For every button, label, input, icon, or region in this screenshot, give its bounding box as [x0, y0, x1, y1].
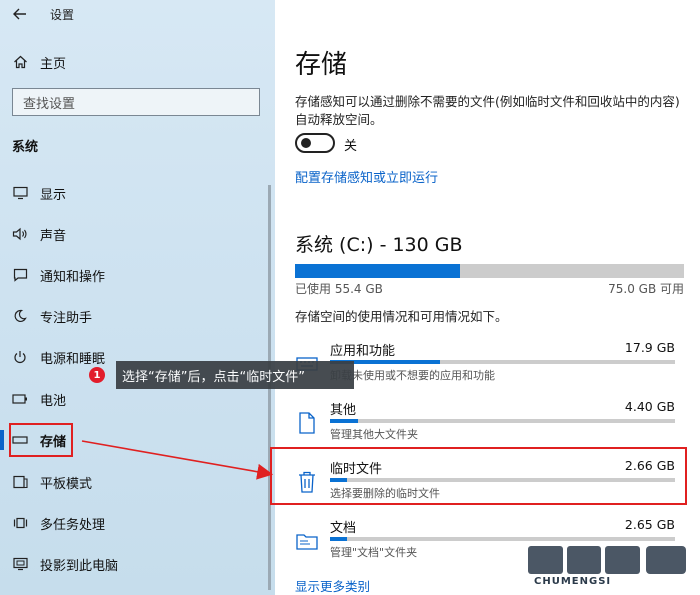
step-badge: 1 [89, 367, 105, 383]
search-input[interactable]: 查找设置 [12, 88, 260, 116]
sidebar-item-label: 电池 [40, 393, 67, 409]
sidebar-item-label: 多任务处理 [40, 517, 106, 533]
search-placeholder: 查找设置 [23, 96, 76, 112]
instruction-callout: 选择“存储”后，点击“临时文件” [116, 361, 354, 389]
sidebar-item-focus-assist[interactable]: 专注助手 [0, 300, 260, 332]
category-subtitle: 管理"文档"文件夹 [330, 546, 418, 559]
multitask-icon [12, 515, 28, 531]
category-size: 17.9 GB [624, 340, 675, 355]
section-title: 系统 [12, 140, 39, 155]
category-bar-fill [330, 537, 348, 541]
settings-sidebar: 设置 主页 查找设置 系统 显示 声音 通知和操作 专注助手 电源和睡眠 电池 … [0, 0, 275, 595]
category-bar [330, 360, 675, 364]
drive-title: 系统 (C:) - 130 GB [295, 234, 463, 256]
toggle-knob [301, 138, 311, 148]
document-icon [295, 411, 319, 435]
configure-storage-sense-link[interactable]: 配置存储感知或立即运行 [295, 167, 438, 186]
watermark-glyphs [528, 546, 641, 574]
available-space-label: 75.0 GB 可用 [608, 282, 684, 296]
category-name: 文档 [330, 521, 357, 536]
power-icon [12, 349, 28, 365]
category-size: 4.40 GB [624, 399, 675, 414]
tablet-icon [12, 474, 28, 490]
drive-usage-fill [295, 264, 461, 278]
sidebar-item-sound[interactable]: 声音 [0, 218, 260, 250]
category-name: 其他 [330, 403, 357, 418]
category-bar [330, 419, 675, 423]
selected-indicator [0, 430, 4, 450]
storage-page: 存储 存储感知可以通过删除不需要的文件(例如临时文件和回收站中的内容)自动释放空… [275, 0, 700, 595]
storage-sense-toggle[interactable] [295, 133, 335, 153]
folder-icon [295, 529, 319, 553]
nav-home[interactable]: 主页 [0, 48, 260, 76]
category-bar-fill [330, 419, 358, 423]
watermark-logo: CHUMENGSI [528, 540, 696, 590]
monitor-icon [12, 185, 28, 201]
category-size: 2.65 GB [624, 517, 675, 532]
sidebar-item-project[interactable]: 投影到此电脑 [0, 548, 260, 580]
title-bar: 设置 [0, 0, 275, 28]
nav-home-label: 主页 [40, 56, 67, 72]
category-name: 应用和功能 [330, 344, 396, 359]
sidebar-item-display[interactable]: 显示 [0, 177, 260, 209]
sidebar-item-label: 显示 [40, 187, 67, 203]
speaker-icon [12, 226, 28, 242]
toggle-state-label: 关 [344, 139, 358, 154]
used-space-label: 已使用 55.4 GB [295, 282, 383, 296]
sidebar-item-label: 投影到此电脑 [40, 558, 119, 574]
storage-highlight-box [9, 423, 73, 457]
page-title: 存储 [295, 50, 348, 80]
sidebar-item-label: 通知和操作 [40, 269, 106, 285]
battery-icon [12, 391, 28, 407]
sidebar-item-label: 专注助手 [40, 310, 93, 326]
watermark-text: CHUMENGSI [534, 576, 612, 587]
sidebar-item-notifications[interactable]: 通知和操作 [0, 259, 260, 291]
project-icon [12, 556, 28, 572]
watermark-glyph-2 [646, 546, 686, 574]
temp-files-highlight-box [270, 447, 687, 505]
storage-sense-description: 存储感知可以通过删除不需要的文件(例如临时文件和回收站中的内容)自动释放空间。 [295, 94, 680, 127]
drive-usage-bar [295, 264, 684, 278]
app-title: 设置 [50, 7, 75, 22]
sidebar-item-label: 声音 [40, 228, 67, 244]
home-icon [12, 54, 28, 70]
notification-icon [12, 267, 28, 283]
back-arrow-icon[interactable] [12, 6, 28, 22]
show-more-categories-link[interactable]: 显示更多类别 [295, 576, 370, 595]
category-subtitle: 卸载未使用或不想要的应用和功能 [330, 369, 495, 382]
moon-icon [12, 308, 28, 324]
callout-text: 选择“存储”后，点击“临时文件” [122, 369, 305, 385]
sidebar-item-label: 平板模式 [40, 476, 93, 492]
sidebar-item-multitasking[interactable]: 多任务处理 [0, 507, 260, 539]
usage-description: 存储空间的使用情况和可用情况如下。 [295, 309, 508, 324]
category-subtitle: 管理其他大文件夹 [330, 428, 418, 441]
sidebar-item-label: 电源和睡眠 [40, 351, 106, 367]
sidebar-item-tablet-mode[interactable]: 平板模式 [0, 466, 260, 498]
